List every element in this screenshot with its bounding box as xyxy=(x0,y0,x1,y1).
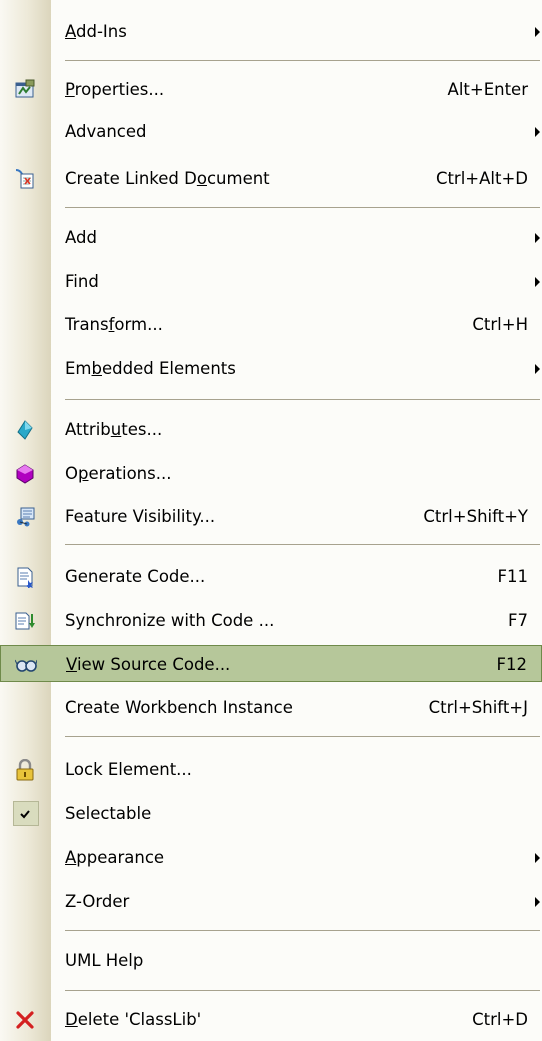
menu-item-selectable[interactable]: Selectable xyxy=(0,795,542,832)
submenu-arrow-icon xyxy=(535,364,540,374)
menu-item-delete[interactable]: Delete 'ClassLib' Ctrl+D xyxy=(0,1001,542,1038)
menu-item-label: Attributes... xyxy=(65,420,163,439)
menu-separator xyxy=(65,399,540,400)
menu-item-label: Create Linked Document xyxy=(65,169,270,188)
menu-item-shortcut: Alt+Enter xyxy=(447,80,528,99)
context-menu: Add-Ins Properties... Alt+Enter Advanced… xyxy=(0,0,542,1041)
menu-item-shortcut: F12 xyxy=(496,655,528,674)
menu-item-shortcut: Ctrl+Alt+D xyxy=(435,169,528,188)
menu-item-add[interactable]: Add xyxy=(0,219,542,256)
menu-item-shortcut: Ctrl+Shift+Y xyxy=(423,507,528,526)
menu-item-label: Advanced xyxy=(65,122,147,141)
menu-item-label: Selectable xyxy=(65,804,152,823)
submenu-arrow-icon xyxy=(535,127,540,137)
menu-separator xyxy=(65,990,540,991)
menu-item-label: Transform... xyxy=(65,315,163,334)
menu-separator xyxy=(65,60,540,61)
menu-item-shortcut: Ctrl+Shift+J xyxy=(428,698,528,717)
menu-item-label: Lock Element... xyxy=(65,760,192,779)
menu-item-shortcut: Ctrl+H xyxy=(472,315,528,334)
menu-separator xyxy=(65,544,540,545)
menu-item-create-workbench-instance[interactable]: Create Workbench Instance Ctrl+Shift+J xyxy=(0,689,542,726)
operation-icon xyxy=(14,463,36,485)
submenu-arrow-icon xyxy=(535,27,540,37)
menu-item-generate-code[interactable]: Generate Code... F11 xyxy=(0,558,542,595)
submenu-arrow-icon xyxy=(535,277,540,287)
view-source-icon xyxy=(15,654,37,676)
checkmark-icon xyxy=(14,803,36,825)
menu-item-create-linked-document[interactable]: Create Linked Document Ctrl+Alt+D xyxy=(0,160,542,197)
menu-item-uml-help[interactable]: UML Help xyxy=(0,942,542,979)
submenu-arrow-icon xyxy=(535,233,540,243)
menu-item-appearance[interactable]: Appearance xyxy=(0,839,542,876)
lock-icon xyxy=(14,759,36,781)
menu-item-label: Add-Ins xyxy=(65,22,127,41)
menu-item-label: Embedded Elements xyxy=(65,359,236,378)
menu-item-label: Appearance xyxy=(65,848,165,867)
menu-item-label: Find xyxy=(65,272,99,291)
menu-item-add-ins[interactable]: Add-Ins xyxy=(0,13,542,50)
menu-item-view-source-code[interactable]: View Source Code... F12 xyxy=(0,645,542,682)
menu-item-advanced[interactable]: Advanced xyxy=(0,113,542,150)
submenu-arrow-icon xyxy=(535,853,540,863)
properties-icon xyxy=(14,79,36,101)
delete-icon xyxy=(14,1009,36,1031)
menu-item-shortcut: Ctrl+D xyxy=(472,1010,528,1029)
menu-item-properties[interactable]: Properties... Alt+Enter xyxy=(0,71,542,108)
attribute-icon xyxy=(14,419,36,441)
menu-item-attributes[interactable]: Attributes... xyxy=(0,411,542,448)
synchronize-icon xyxy=(14,610,36,632)
menu-item-lock-element[interactable]: Lock Element... xyxy=(0,751,542,788)
menu-separator xyxy=(65,736,540,737)
menu-item-label: Properties... xyxy=(65,80,165,99)
menu-item-label: UML Help xyxy=(65,951,144,970)
menu-item-label: Operations... xyxy=(65,464,172,483)
menu-item-shortcut: F7 xyxy=(508,611,528,630)
linked-document-icon xyxy=(14,168,36,190)
menu-separator xyxy=(65,207,540,208)
feature-visibility-icon xyxy=(14,506,36,528)
menu-item-shortcut: F11 xyxy=(497,567,529,586)
menu-item-operations[interactable]: Operations... xyxy=(0,455,542,492)
submenu-arrow-icon xyxy=(535,897,540,907)
menu-item-embedded-elements[interactable]: Embedded Elements xyxy=(0,350,542,387)
menu-separator xyxy=(65,930,540,931)
generate-code-icon xyxy=(14,566,36,588)
menu-item-label: Feature Visibility... xyxy=(65,507,216,526)
menu-item-label: View Source Code... xyxy=(66,655,231,674)
menu-item-label: Z-Order xyxy=(65,892,130,911)
menu-item-label: Create Workbench Instance xyxy=(65,698,293,717)
menu-item-label: Synchronize with Code ... xyxy=(65,611,275,630)
menu-item-z-order[interactable]: Z-Order xyxy=(0,883,542,920)
menu-item-label: Delete 'ClassLib' xyxy=(65,1010,202,1029)
menu-item-label: Add xyxy=(65,228,97,247)
menu-item-transform[interactable]: Transform... Ctrl+H xyxy=(0,306,542,343)
menu-item-find[interactable]: Find xyxy=(0,263,542,300)
menu-item-feature-visibility[interactable]: Feature Visibility... Ctrl+Shift+Y xyxy=(0,498,542,535)
menu-item-label: Generate Code... xyxy=(65,567,206,586)
menu-item-synchronize-with-code[interactable]: Synchronize with Code ... F7 xyxy=(0,602,542,639)
